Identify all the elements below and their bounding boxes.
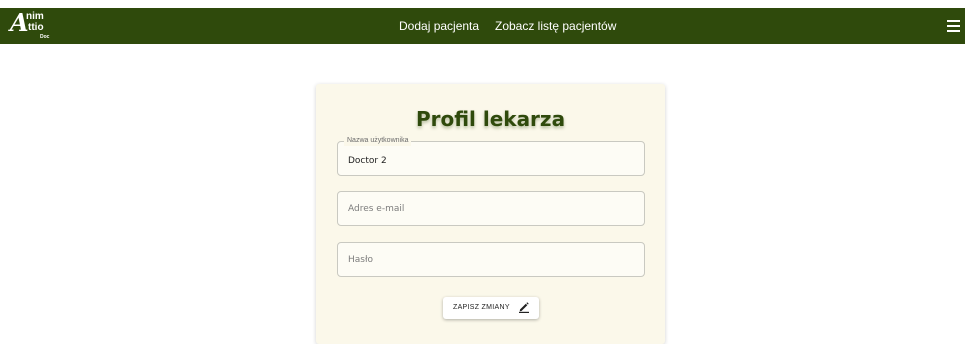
top-navbar: A nim ttio Doc Dodaj pacjenta Zobacz lis… xyxy=(0,8,965,44)
nav-patient-list-link[interactable]: Zobacz listę pacjentów xyxy=(495,18,616,34)
save-changes-label: ZAPISZ ZMIANY xyxy=(453,304,510,311)
page-title: Profil lekarza xyxy=(415,107,566,131)
username-input[interactable] xyxy=(338,142,644,175)
doctor-profile-card: Profil lekarza Nazwa użytkownika ZAPISZ … xyxy=(316,84,665,344)
password-field xyxy=(337,242,645,277)
logo-line-3: Doc xyxy=(40,34,50,40)
username-field: Nazwa użytkownika xyxy=(337,136,645,176)
hamburger-menu-icon[interactable] xyxy=(947,19,960,33)
email-input[interactable] xyxy=(338,192,644,225)
nav-add-patient-link[interactable]: Dodaj pacjenta xyxy=(399,18,479,34)
logo-line-1: nim xyxy=(26,11,44,22)
logo-line-2: ttio xyxy=(28,22,44,33)
password-input[interactable] xyxy=(338,243,644,276)
save-changes-button[interactable]: ZAPISZ ZMIANY xyxy=(443,297,539,319)
pencil-edit-icon xyxy=(519,302,529,313)
email-field xyxy=(337,191,645,226)
app-logo[interactable]: A nim ttio Doc xyxy=(10,8,58,41)
